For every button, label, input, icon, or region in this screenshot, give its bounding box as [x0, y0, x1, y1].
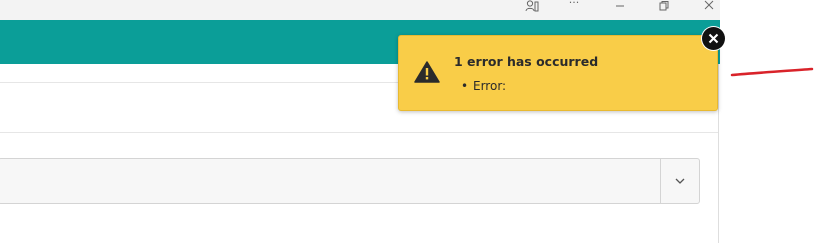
close-icon	[708, 33, 719, 44]
restore-icon[interactable]	[653, 0, 675, 12]
toast-close-button[interactable]	[702, 27, 725, 50]
list-bullet: •	[461, 79, 469, 93]
more-icon[interactable]: ···	[563, 0, 585, 9]
minimize-icon[interactable]	[609, 0, 631, 12]
chevron-down-icon[interactable]	[661, 159, 699, 203]
warning-icon	[414, 60, 440, 84]
red-annotation-stroke	[730, 67, 814, 77]
dropdown-select[interactable]	[0, 158, 700, 204]
error-list-item: • Error:	[461, 79, 506, 93]
divider	[0, 132, 718, 133]
window-close-icon[interactable]	[698, 0, 720, 12]
toast-title: 1 error has occurred	[454, 54, 599, 69]
person-search-icon[interactable]	[521, 0, 543, 12]
error-list: • Error:	[461, 79, 506, 93]
error-toast: 1 error has occurred • Error:	[398, 35, 718, 111]
window-title-bar: ···	[0, 0, 720, 20]
error-text: Error:	[473, 79, 507, 93]
